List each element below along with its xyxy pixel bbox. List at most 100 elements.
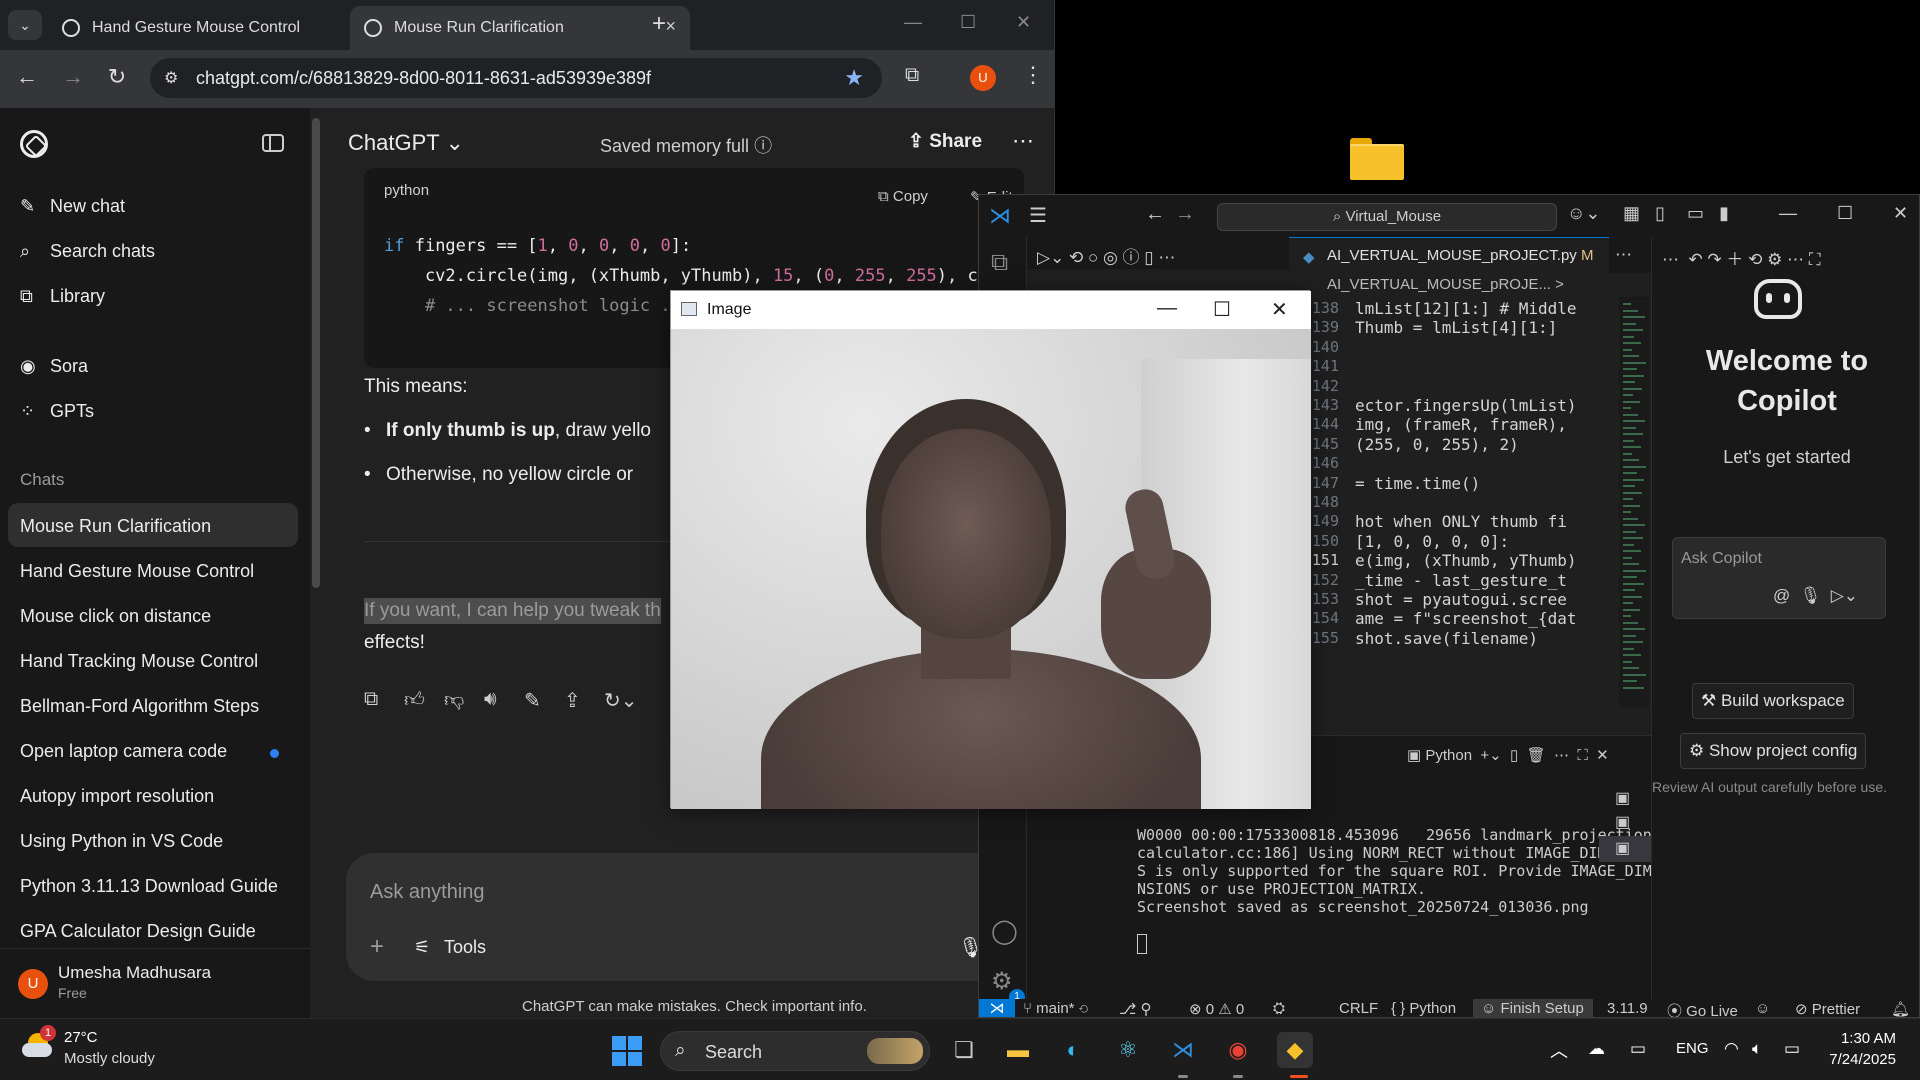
chat-item[interactable]: GPA Calculator Design Guide xyxy=(20,921,290,942)
code-line[interactable]: lmList[12][1:] # Middle xyxy=(1355,299,1577,318)
thumbs-down-icon[interactable]: 👎︎ xyxy=(444,688,464,712)
copilot-input[interactable]: Ask Copilot @ 🎙︎ ▷⌄ xyxy=(1672,537,1886,619)
minimize-button[interactable]: — xyxy=(1157,297,1177,320)
python-taskbar-icon[interactable]: ◆ xyxy=(1277,1032,1313,1068)
code-line[interactable]: ector.fingersUp(lmList) xyxy=(1355,396,1577,415)
source-control-icon[interactable]: ⎇ ⚲ xyxy=(1119,1000,1151,1017)
image-window-titlebar[interactable]: Image — ☐ ✕ xyxy=(671,291,1311,329)
tools-button[interactable]: Tools xyxy=(444,937,486,958)
search-chats-item[interactable]: ⌕ Search chats xyxy=(20,241,155,262)
sidebar-scrollbar[interactable] xyxy=(312,118,320,588)
weather-temperature[interactable]: 27°C xyxy=(64,1029,98,1046)
vscode-taskbar-icon[interactable]: ⋊ xyxy=(1165,1032,1201,1068)
maximize-button[interactable]: ☐ xyxy=(960,12,976,33)
gpts-item[interactable]: ⁘ GPTs xyxy=(20,401,94,422)
composer[interactable]: Ask anything + ⚟ Tools 🎙︎ xyxy=(346,853,1026,981)
close-window-button[interactable]: ✕ xyxy=(1893,203,1908,224)
back-icon[interactable]: ← xyxy=(1145,203,1165,226)
toggle-sidebar-icon[interactable]: ▯ xyxy=(1655,203,1665,224)
chat-item[interactable]: Hand Tracking Mouse Control xyxy=(20,651,290,672)
model-selector[interactable]: ChatGPT ⌄ xyxy=(348,130,464,156)
memory-status[interactable]: Saved memory full ⓘ xyxy=(600,132,772,158)
problems-indicator[interactable]: ⊗ 0 ⚠ 0 xyxy=(1189,1000,1244,1017)
explorer-icon[interactable]: ⧉ xyxy=(991,249,1008,277)
windows-start-icon[interactable] xyxy=(612,1036,642,1066)
clock-date[interactable]: 7/24/2025 xyxy=(1816,1051,1896,1068)
chat-item[interactable]: Python 3.11.13 Download Guide xyxy=(20,876,290,897)
show-config-button[interactable]: ⚙ Show project config xyxy=(1680,733,1867,769)
language-indicator[interactable]: ENG xyxy=(1676,1040,1709,1057)
desktop-folder-icon[interactable] xyxy=(1350,134,1404,180)
remote-indicator-icon[interactable]: ⋊ xyxy=(979,999,1015,1017)
site-info-icon[interactable]: ⚙ xyxy=(164,68,178,88)
terminal-icon[interactable]: ▣ xyxy=(1615,838,1630,858)
battery-icon[interactable]: ▭ xyxy=(1784,1039,1800,1059)
new-chat-item[interactable]: ✎ New chat xyxy=(20,196,125,217)
reload-button[interactable]: ↻ xyxy=(102,64,132,90)
volume-icon[interactable]: 🔈︎ xyxy=(1752,1039,1762,1059)
maximize-button[interactable]: ☐ xyxy=(1213,297,1231,322)
tab-search-button[interactable]: ⌄ xyxy=(8,10,42,40)
code-line[interactable]: shot = pyautogui.scree xyxy=(1355,590,1567,609)
tab-mouse-run[interactable]: Mouse Run Clarification × xyxy=(350,6,690,50)
chat-item[interactable]: Open laptop camera code xyxy=(20,741,290,762)
breadcrumb[interactable]: AI_VERTUAL_MOUSE_pROJE... > xyxy=(1289,273,1651,297)
regenerate-icon[interactable]: ↻⌄ xyxy=(604,688,638,713)
toggle-secondary-sidebar-icon[interactable]: ▮ xyxy=(1719,203,1729,224)
new-tab-button[interactable]: + xyxy=(652,10,666,38)
back-button[interactable]: ← xyxy=(12,64,42,90)
minimize-button[interactable]: — xyxy=(904,12,922,33)
weather-condition[interactable]: Mostly cloudy xyxy=(64,1050,155,1067)
copy-icon[interactable]: ⧉ xyxy=(364,688,378,711)
copilot-menu-icon[interactable]: ☺⌄ xyxy=(1567,203,1600,224)
edge-icon[interactable]: ◐ xyxy=(1055,1032,1091,1068)
read-aloud-icon[interactable]: 🔊︎ xyxy=(484,688,497,711)
go-live-button[interactable]: ⦿ Go Live xyxy=(1667,1000,1738,1017)
terminal-icon[interactable]: ▣ xyxy=(1615,812,1630,832)
terminal-toolbar[interactable]: ▣ Python +⌄ ▯ 🗑︎ ⋯ ⛶ ✕ xyxy=(1407,746,1609,764)
build-workspace-button[interactable]: ⚒ Build workspace xyxy=(1692,683,1854,719)
copilot-input-actions[interactable]: @ 🎙︎ ▷⌄ xyxy=(1773,586,1858,606)
sora-item[interactable]: ◉ Sora xyxy=(20,356,88,377)
settings-gear-icon[interactable]: ⚙ xyxy=(991,967,1013,996)
run-controls[interactable]: ▷⌄ ⟲ ○ ◎ ⓘ ▯ ⋯ xyxy=(1037,243,1175,268)
code-line[interactable]: hot when ONLY thumb fi xyxy=(1355,512,1567,531)
chat-item[interactable]: Bellman-Ford Algorithm Steps xyxy=(20,696,290,717)
notifications-bell-icon[interactable]: 🔔︎ xyxy=(1891,1000,1910,1017)
code-line[interactable]: Thumb = lmList[4][1:] xyxy=(1355,318,1557,337)
close-window-button[interactable]: ✕ xyxy=(1016,12,1031,33)
wifi-icon[interactable]: ◠ xyxy=(1724,1039,1739,1059)
library-item[interactable]: ⧉ Library xyxy=(20,286,105,307)
show-hidden-icons[interactable]: ︿ xyxy=(1550,1037,1568,1063)
tools-icon[interactable]: ⚟ xyxy=(414,937,430,958)
prettier-button[interactable]: ⊘ Prettier xyxy=(1795,1000,1860,1017)
user-menu[interactable]: U Umesha Madhusara Free xyxy=(0,948,310,1018)
chat-item[interactable]: Autopy import resolution xyxy=(20,786,290,807)
more-actions-icon[interactable]: ⋯ xyxy=(1615,245,1632,265)
more-options-icon[interactable]: ⋯ xyxy=(1012,128,1034,154)
chat-toolbar[interactable]: ⋯ ↶ ↷ ＋ ⟲ ⚙ ⋯ ⛶ xyxy=(1662,245,1821,270)
tab-hand-gesture[interactable]: Hand Gesture Mouse Control × xyxy=(48,6,388,50)
maximize-button[interactable]: ☐ xyxy=(1837,203,1853,224)
forward-icon[interactable]: → xyxy=(1175,203,1195,226)
share-button[interactable]: ⇪ Share xyxy=(908,130,982,153)
terminal-icon[interactable]: ▣ xyxy=(1615,788,1630,808)
code-line[interactable]: e(img, (xThumb, yThumb) xyxy=(1355,551,1577,570)
code-line[interactable]: shot.save(filename) xyxy=(1355,629,1538,648)
finish-setup-button[interactable]: ☺ Finish Setup xyxy=(1481,1000,1584,1017)
profile-avatar[interactable]: U xyxy=(970,65,996,91)
minimize-button[interactable]: — xyxy=(1779,203,1797,224)
edit-icon[interactable]: ✎ xyxy=(524,688,541,713)
layout-icon[interactable]: ▦ xyxy=(1623,203,1640,224)
browser-menu-icon[interactable]: ⋮ xyxy=(1022,62,1044,88)
close-window-button[interactable]: ✕ xyxy=(1271,297,1288,322)
hamburger-menu-icon[interactable]: ☰ xyxy=(1029,203,1047,228)
chrome-taskbar-icon[interactable]: ◉ xyxy=(1220,1032,1256,1068)
code-line[interactable]: [1, 0, 0, 0, 0]: xyxy=(1355,532,1509,551)
language-mode[interactable]: { } Python xyxy=(1391,1000,1456,1017)
editor-tab[interactable]: ◆ AI_VERTUAL_MOUSE_pROJECT.py M xyxy=(1289,237,1609,273)
clock-time[interactable]: 1:30 AM xyxy=(1826,1030,1896,1047)
forward-button[interactable]: → xyxy=(58,64,88,90)
copilot-status-icon[interactable]: ☺ xyxy=(1755,1000,1770,1017)
address-bar[interactable]: ⚙ chatgpt.com/c/68813829-8d00-8011-8631-… xyxy=(150,58,882,98)
